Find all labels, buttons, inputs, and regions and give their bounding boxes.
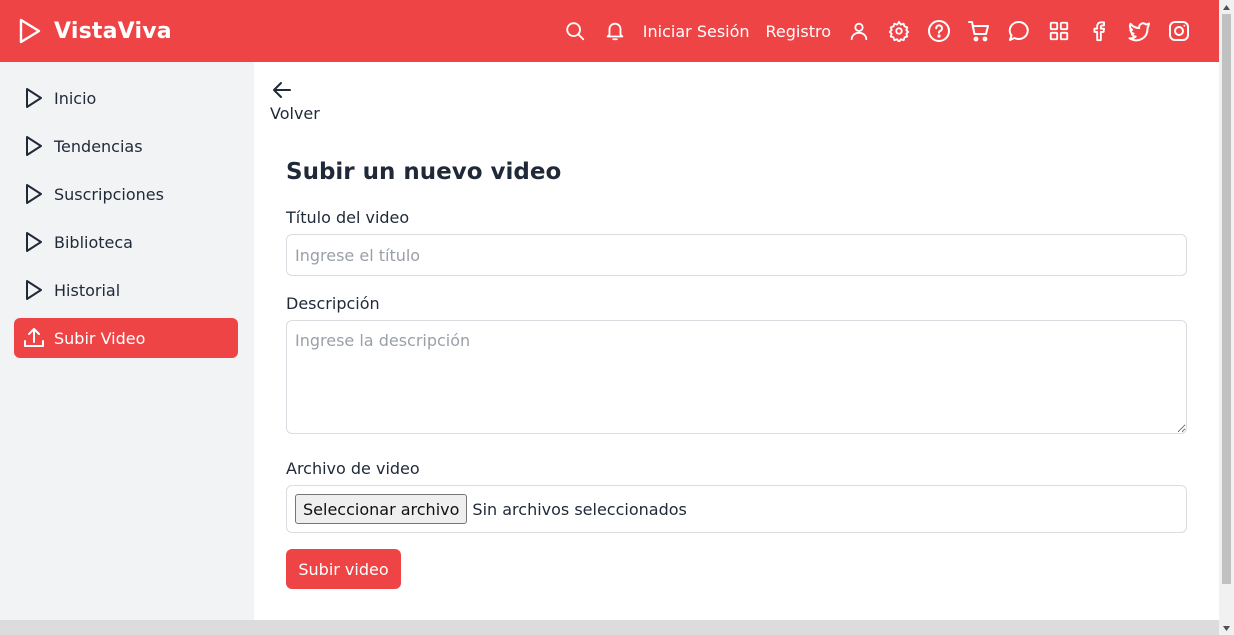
facebook-icon[interactable] (1079, 11, 1119, 51)
login-link[interactable]: Iniciar Sesión (635, 22, 758, 41)
page: VistaViva Iniciar Sesión Registro Inicio… (0, 0, 1219, 620)
brand-logo[interactable]: VistaViva (18, 18, 172, 44)
sidebar-item-label: Suscripciones (54, 184, 164, 204)
arrow-left-icon (270, 78, 294, 102)
sidebar-item-label: Biblioteca (54, 232, 133, 252)
bell-icon[interactable] (595, 11, 635, 51)
sidebar: Inicio Tendencias Suscripciones Bibliote… (0, 62, 254, 620)
header-actions: Iniciar Sesión Registro (555, 0, 1199, 62)
user-icon[interactable] (839, 11, 879, 51)
description-textarea[interactable] (286, 320, 1187, 434)
page-title: Subir un nuevo video (286, 159, 562, 185)
sidebar-item-historial[interactable]: Historial (14, 270, 238, 310)
brand-name: VistaViva (54, 18, 172, 44)
play-logo-icon (18, 18, 42, 44)
play-icon (22, 86, 46, 110)
vertical-scrollbar[interactable] (1219, 0, 1234, 635)
title-field-label: Título del video (286, 208, 410, 227)
sidebar-item-suscripciones[interactable]: Suscripciones (14, 174, 238, 214)
play-icon (22, 182, 46, 206)
scroll-down-arrow-icon[interactable] (1219, 621, 1234, 635)
select-file-button[interactable]: Seleccionar archivo (295, 494, 468, 524)
scrollbar-thumb[interactable] (1222, 14, 1231, 584)
chat-icon[interactable] (999, 11, 1039, 51)
horizontal-scrollbar[interactable] (0, 620, 1219, 635)
description-field-label: Descripción (286, 294, 380, 313)
sidebar-item-label: Historial (54, 280, 121, 300)
file-field-label: Archivo de video (286, 459, 420, 478)
register-link[interactable]: Registro (758, 22, 839, 41)
title-input[interactable] (286, 234, 1187, 276)
grid-icon[interactable] (1039, 11, 1079, 51)
search-icon[interactable] (555, 11, 595, 51)
play-icon (22, 134, 46, 158)
play-icon (22, 278, 46, 302)
submit-video-button[interactable]: Subir video (286, 549, 401, 589)
gear-icon[interactable] (879, 11, 919, 51)
twitter-icon[interactable] (1119, 11, 1159, 51)
file-input[interactable]: Seleccionar archivo Sin archivos selecci… (286, 485, 1187, 533)
sidebar-item-tendencias[interactable]: Tendencias (14, 126, 238, 166)
upload-icon (22, 326, 46, 350)
sidebar-item-label: Inicio (54, 88, 97, 108)
scroll-up-arrow-icon[interactable] (1219, 0, 1234, 14)
help-icon[interactable] (919, 11, 959, 51)
sidebar-item-label: Tendencias (54, 136, 143, 156)
instagram-icon[interactable] (1159, 11, 1199, 51)
play-icon (22, 230, 46, 254)
file-status: Sin archivos seleccionados (472, 499, 687, 519)
sidebar-item-subir-video[interactable]: Subir Video (14, 318, 238, 358)
back-button[interactable]: Volver (270, 78, 330, 124)
sidebar-item-inicio[interactable]: Inicio (14, 78, 238, 118)
sidebar-item-label: Subir Video (54, 328, 146, 348)
top-navbar: VistaViva Iniciar Sesión Registro (0, 0, 1219, 62)
main-content: Volver Subir un nuevo video Título del v… (254, 62, 1219, 620)
sidebar-item-biblioteca[interactable]: Biblioteca (14, 222, 238, 262)
cart-icon[interactable] (959, 11, 999, 51)
back-label: Volver (270, 104, 320, 123)
